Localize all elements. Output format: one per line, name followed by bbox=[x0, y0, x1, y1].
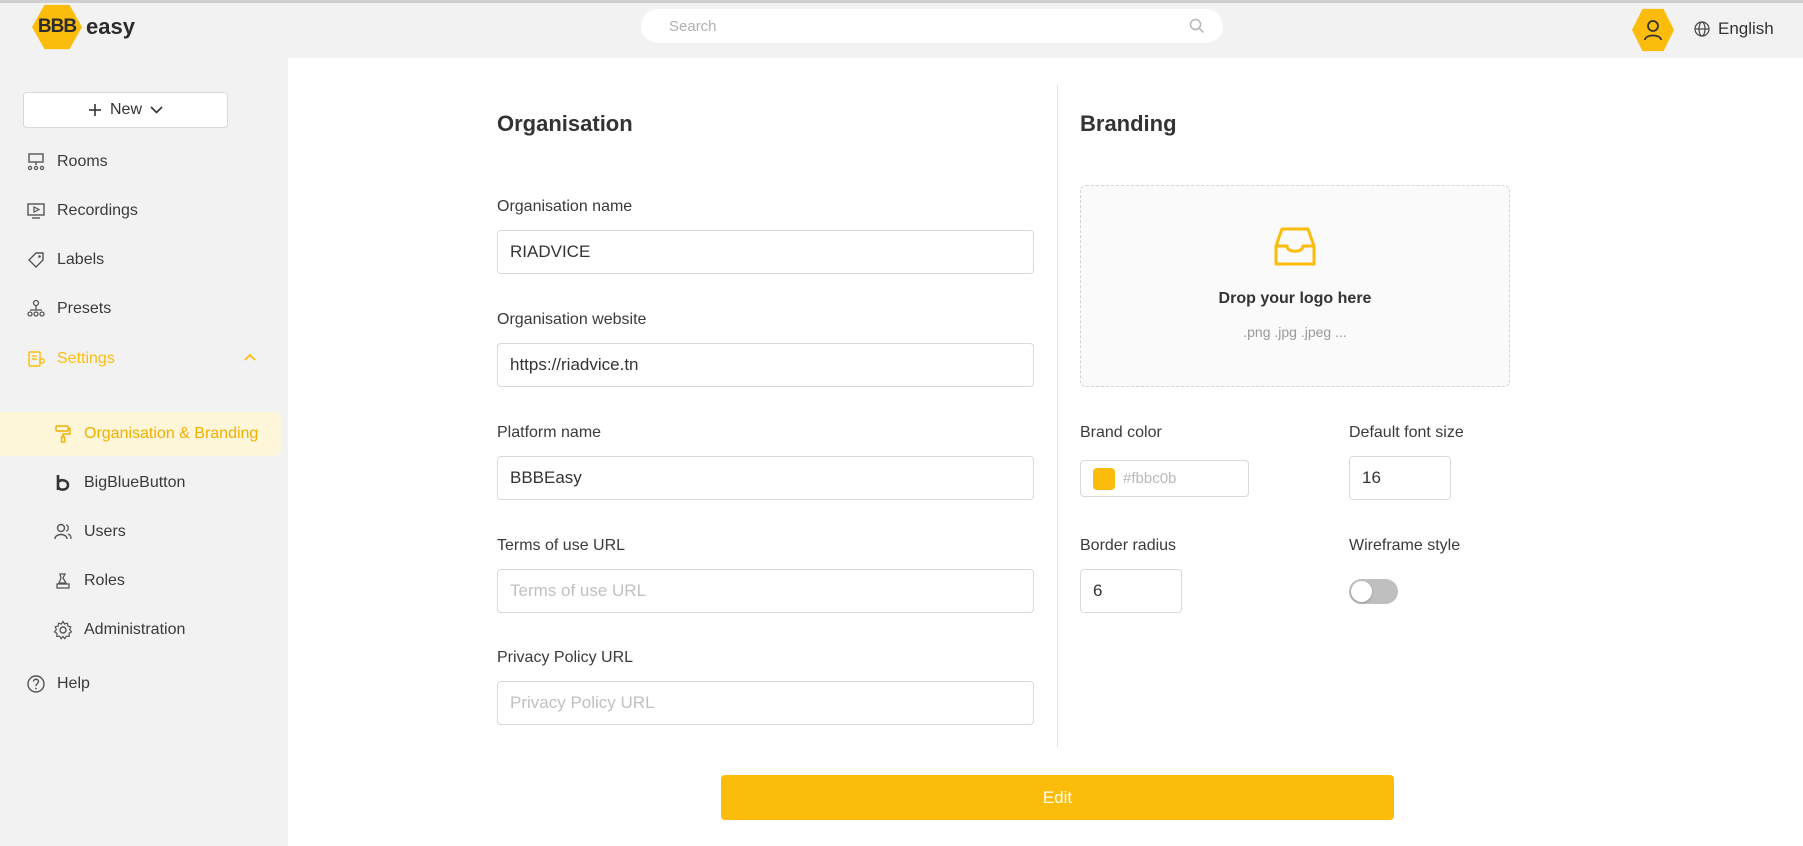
border-radius-label: Border radius bbox=[1080, 537, 1177, 554]
column-divider bbox=[1057, 85, 1058, 747]
terms-url-label: Terms of use URL bbox=[497, 537, 626, 554]
search-icon[interactable] bbox=[1189, 18, 1205, 34]
branding-title: Branding bbox=[1080, 111, 1177, 136]
sidebar-item-label: Recordings bbox=[57, 202, 138, 219]
logo-hexagon: BBB bbox=[32, 4, 82, 50]
color-swatch bbox=[1093, 467, 1115, 490]
presentation-icon bbox=[25, 151, 47, 173]
organisation-website-label: Organisation website bbox=[497, 311, 647, 328]
sidebar-item-label: Settings bbox=[57, 350, 115, 367]
border-radius-input[interactable] bbox=[1080, 569, 1182, 613]
sidebar-item-presets[interactable]: Presets bbox=[0, 287, 282, 331]
sidebar-item-administration[interactable]: Administration bbox=[0, 608, 282, 652]
language-selector[interactable]: English bbox=[1694, 19, 1774, 39]
new-button[interactable]: New bbox=[23, 92, 228, 128]
user-icon bbox=[1644, 20, 1662, 41]
dropzone-hint: .png .jpg .jpeg ... bbox=[1243, 324, 1347, 340]
privacy-url-label: Privacy Policy URL bbox=[497, 649, 634, 666]
sidebar: New Rooms Recordings Labels Presets Sett… bbox=[0, 58, 288, 846]
sidebar-item-labels[interactable]: Labels bbox=[0, 238, 282, 282]
sidebar-item-bigbluebutton[interactable]: BigBlueButton bbox=[0, 461, 282, 505]
edit-button[interactable]: Edit bbox=[721, 775, 1394, 820]
tag-icon bbox=[25, 249, 47, 271]
chess-icon bbox=[52, 570, 74, 592]
toggle-knob bbox=[1351, 581, 1372, 602]
organisation-name-label: Organisation name bbox=[497, 198, 633, 215]
sidebar-item-users[interactable]: Users bbox=[0, 510, 282, 554]
wireframe-style-label: Wireframe style bbox=[1349, 537, 1461, 554]
plus-icon bbox=[88, 104, 101, 116]
logo-dropzone[interactable]: Drop your logo here .png .jpg .jpeg ... bbox=[1080, 185, 1510, 387]
inbox-icon bbox=[1274, 227, 1316, 266]
user-avatar-button[interactable] bbox=[1632, 8, 1674, 52]
terms-url-input[interactable] bbox=[497, 569, 1034, 613]
question-icon bbox=[25, 673, 47, 695]
b-logo-icon bbox=[52, 472, 74, 494]
gear-icon bbox=[52, 619, 74, 641]
sidebar-item-label: Rooms bbox=[57, 153, 108, 170]
sidebar-item-label: Organisation & Branding bbox=[84, 425, 259, 442]
dropzone-title: Drop your logo here bbox=[1218, 290, 1372, 307]
privacy-url-input[interactable] bbox=[497, 681, 1034, 725]
sidebar-item-label: Help bbox=[57, 675, 90, 692]
globe-icon bbox=[1694, 21, 1710, 37]
sidebar-item-label: Administration bbox=[84, 621, 186, 638]
organisation-title: Organisation bbox=[497, 111, 633, 136]
search-bar bbox=[641, 9, 1223, 43]
brand-color-value: #fbbc0b bbox=[1123, 470, 1177, 487]
sidebar-item-help[interactable]: Help bbox=[0, 662, 282, 706]
search-input[interactable] bbox=[669, 17, 1189, 35]
sidebar-item-roles[interactable]: Roles bbox=[0, 559, 282, 603]
sidebar-item-label: BigBlueButton bbox=[84, 474, 186, 491]
organisation-website-input[interactable] bbox=[497, 343, 1034, 387]
sidebar-item-label: Presets bbox=[57, 300, 112, 317]
sidebar-item-settings[interactable]: Settings bbox=[0, 337, 282, 381]
sidebar-item-recordings[interactable]: Recordings bbox=[0, 189, 282, 233]
app-header: BBB easy English bbox=[0, 3, 1803, 58]
chevron-up-icon bbox=[244, 353, 256, 361]
sidebar-item-organisation-branding[interactable]: Organisation & Branding bbox=[0, 412, 282, 456]
brand-color-picker[interactable]: #fbbc0b bbox=[1080, 460, 1249, 497]
wireframe-style-toggle[interactable] bbox=[1349, 579, 1398, 604]
app-logo[interactable]: BBB easy bbox=[32, 3, 135, 51]
sidebar-item-label: Labels bbox=[57, 251, 105, 268]
paint-roller-icon bbox=[52, 423, 74, 445]
network-icon bbox=[25, 298, 47, 320]
settings-icon bbox=[25, 348, 47, 370]
sidebar-item-label: Users bbox=[84, 523, 126, 540]
organisation-name-input[interactable] bbox=[497, 230, 1034, 274]
platform-name-input[interactable] bbox=[497, 456, 1034, 500]
default-font-size-input[interactable] bbox=[1349, 456, 1451, 500]
chevron-down-icon bbox=[150, 106, 163, 114]
main-content: Organisation Organisation name Organisat… bbox=[288, 58, 1803, 846]
platform-name-label: Platform name bbox=[497, 424, 602, 441]
logo-text: easy bbox=[86, 14, 135, 39]
brand-color-label: Brand color bbox=[1080, 424, 1162, 441]
new-button-label: New bbox=[109, 101, 142, 118]
language-label: English bbox=[1718, 19, 1774, 38]
sidebar-item-rooms[interactable]: Rooms bbox=[0, 140, 282, 184]
sidebar-item-label: Roles bbox=[84, 572, 125, 589]
video-screen-icon bbox=[25, 200, 47, 222]
users-icon bbox=[52, 521, 74, 543]
default-font-size-label: Default font size bbox=[1349, 424, 1464, 441]
